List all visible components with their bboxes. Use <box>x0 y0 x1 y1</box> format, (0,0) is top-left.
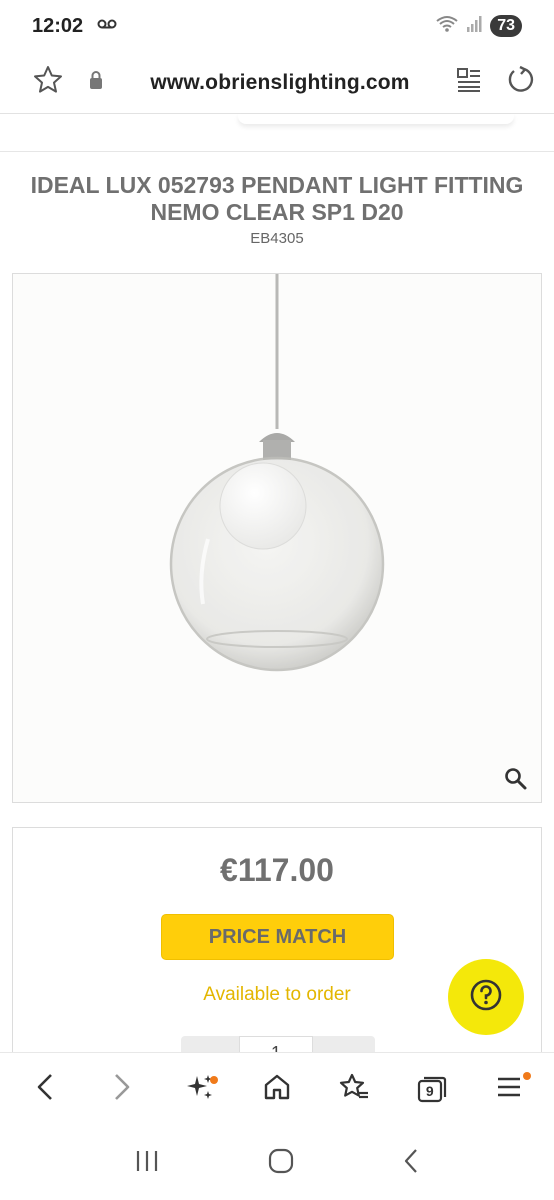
tabs-icon: 9 <box>416 1075 448 1105</box>
system-navigation <box>0 1126 554 1200</box>
product-image[interactable] <box>12 273 542 803</box>
url-bar: www.obrienslighting.com <box>0 52 554 114</box>
screen: 12:02 73 www.obrienslighting.com IDEAL L… <box>0 0 554 1200</box>
product-price: €117.00 <box>220 852 334 888</box>
signal-icon <box>466 15 482 38</box>
forward-button[interactable] <box>98 1066 146 1114</box>
pendant-light-illustration <box>169 274 385 672</box>
price-match-button[interactable]: PRICE MATCH <box>161 914 394 960</box>
assistant-button[interactable] <box>176 1066 224 1114</box>
reload-icon[interactable] <box>506 65 536 100</box>
back-icon <box>34 1072 56 1107</box>
browser-toolbar: 9 <box>0 1052 554 1126</box>
voicemail-icon <box>97 17 117 35</box>
notification-dot <box>523 1071 532 1080</box>
price-panel: €117.00 PRICE MATCH Available to order 1 <box>12 827 542 1087</box>
help-button[interactable] <box>448 959 524 1035</box>
wifi-icon <box>436 15 458 38</box>
product-sku: EB4305 <box>250 230 304 247</box>
home-button-icon[interactable] <box>267 1147 295 1180</box>
zoom-icon[interactable] <box>503 766 529 792</box>
status-time: 12:02 <box>32 14 84 37</box>
battery-badge: 73 <box>490 15 522 37</box>
forward-icon <box>111 1072 133 1107</box>
help-icon <box>469 978 503 1017</box>
url-actions <box>456 65 536 100</box>
bookmarks-icon <box>338 1072 370 1107</box>
recent-apps-icon[interactable] <box>133 1148 161 1179</box>
system-back-icon[interactable] <box>401 1147 421 1180</box>
menu-icon <box>495 1074 523 1105</box>
product-title: IDEAL LUX 052793 PENDANT LIGHT FITTING N… <box>30 172 524 225</box>
lock-icon <box>88 70 104 95</box>
header-tab-shadow <box>238 114 514 124</box>
back-button[interactable] <box>21 1066 69 1114</box>
tabs-count: 9 <box>425 1082 434 1099</box>
tabs-button[interactable]: 9 <box>408 1066 456 1114</box>
notification-dot <box>209 1075 218 1084</box>
home-icon <box>262 1072 292 1107</box>
site-header-strip <box>0 114 554 152</box>
status-bar: 12:02 73 <box>0 0 554 52</box>
url-text[interactable]: www.obrienslighting.com <box>104 71 456 95</box>
status-left: 12:02 <box>32 15 117 38</box>
star-icon[interactable] <box>32 64 64 101</box>
menu-button[interactable] <box>485 1066 533 1114</box>
home-button[interactable] <box>253 1066 301 1114</box>
status-right: 73 <box>436 15 522 38</box>
reader-icon[interactable] <box>456 67 482 98</box>
bookmarks-button[interactable] <box>330 1066 378 1114</box>
